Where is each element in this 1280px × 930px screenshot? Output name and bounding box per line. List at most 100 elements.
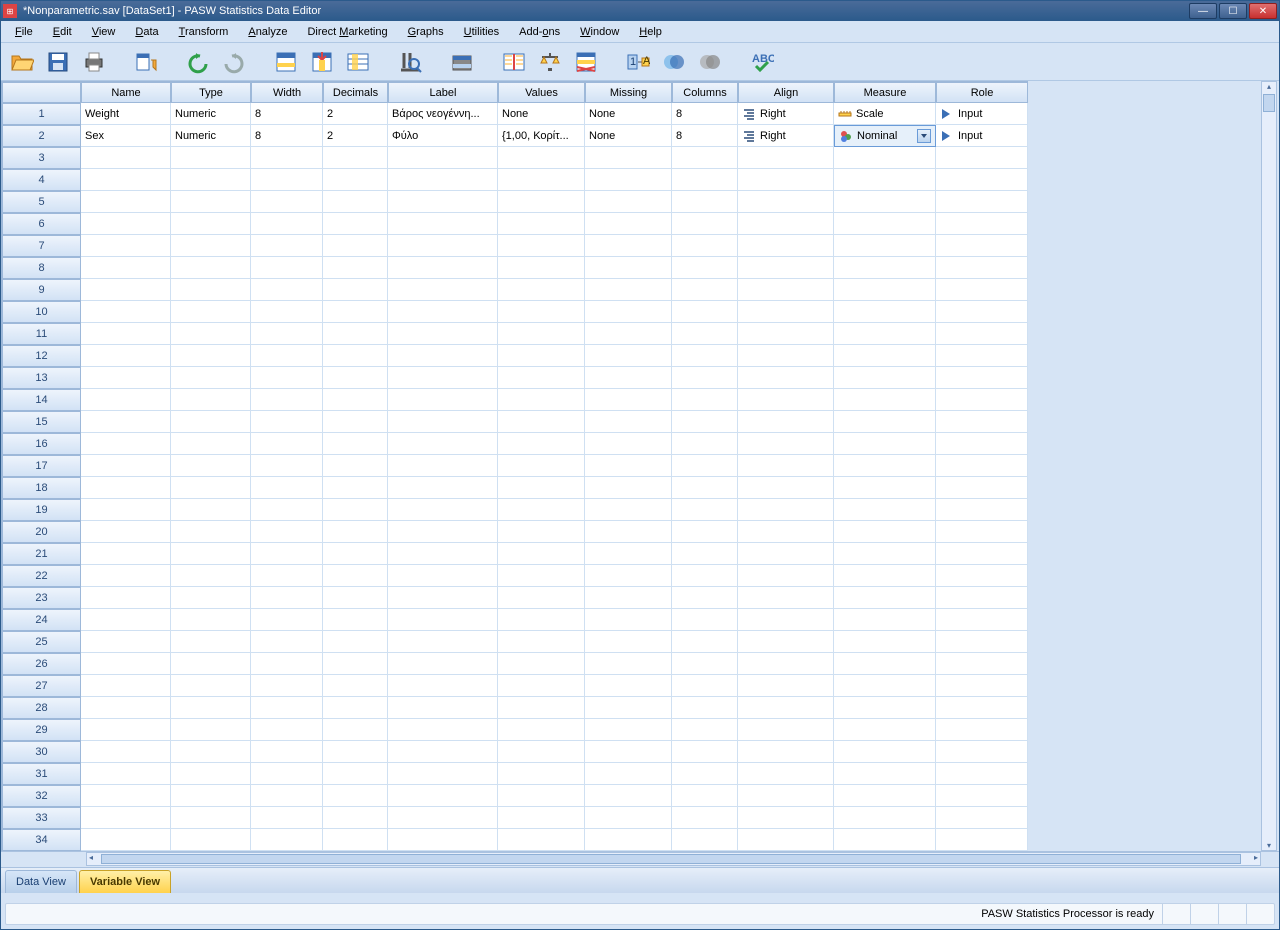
horizontal-scrollbar[interactable] xyxy=(86,852,1261,866)
empty-cell[interactable] xyxy=(585,565,672,587)
empty-cell[interactable] xyxy=(834,323,936,345)
empty-cell[interactable] xyxy=(388,257,498,279)
empty-cell[interactable] xyxy=(171,389,251,411)
empty-cell[interactable] xyxy=(672,323,738,345)
empty-row[interactable]: 19 xyxy=(1,499,1028,521)
cell-role[interactable]: Input xyxy=(936,103,1028,125)
variables-icon[interactable] xyxy=(343,47,373,77)
empty-cell[interactable] xyxy=(251,807,323,829)
find-icon[interactable] xyxy=(395,47,425,77)
empty-cell[interactable] xyxy=(498,301,585,323)
empty-cell[interactable] xyxy=(171,653,251,675)
empty-row[interactable]: 18 xyxy=(1,477,1028,499)
empty-cell[interactable] xyxy=(936,587,1028,609)
cell-measure[interactable]: Scale xyxy=(834,103,936,125)
empty-cell[interactable] xyxy=(738,411,834,433)
empty-row[interactable]: 24 xyxy=(1,609,1028,631)
empty-cell[interactable] xyxy=(251,609,323,631)
empty-cell[interactable] xyxy=(251,697,323,719)
empty-cell[interactable] xyxy=(323,697,388,719)
empty-cell[interactable] xyxy=(834,191,936,213)
empty-cell[interactable] xyxy=(251,763,323,785)
empty-cell[interactable] xyxy=(672,191,738,213)
row-number[interactable]: 22 xyxy=(1,565,81,587)
cell-values[interactable]: {1,00, Κορίτ... xyxy=(498,125,585,147)
empty-cell[interactable] xyxy=(251,235,323,257)
empty-cell[interactable] xyxy=(834,279,936,301)
row-number[interactable]: 15 xyxy=(1,411,81,433)
row-number[interactable]: 34 xyxy=(1,829,81,851)
empty-cell[interactable] xyxy=(81,631,171,653)
empty-cell[interactable] xyxy=(498,565,585,587)
row-number[interactable]: 16 xyxy=(1,433,81,455)
empty-cell[interactable] xyxy=(323,191,388,213)
empty-cell[interactable] xyxy=(672,587,738,609)
empty-cell[interactable] xyxy=(171,345,251,367)
spellcheck-icon[interactable]: ABC xyxy=(747,47,777,77)
empty-cell[interactable] xyxy=(323,169,388,191)
empty-cell[interactable] xyxy=(585,675,672,697)
empty-cell[interactable] xyxy=(738,785,834,807)
empty-cell[interactable] xyxy=(834,543,936,565)
empty-cell[interactable] xyxy=(81,411,171,433)
empty-cell[interactable] xyxy=(498,609,585,631)
empty-cell[interactable] xyxy=(834,345,936,367)
empty-cell[interactable] xyxy=(498,763,585,785)
cell-values[interactable]: None xyxy=(498,103,585,125)
empty-cell[interactable] xyxy=(738,763,834,785)
empty-row[interactable]: 23 xyxy=(1,587,1028,609)
menu-addons[interactable]: Add-ons xyxy=(509,23,570,41)
empty-row[interactable]: 16 xyxy=(1,433,1028,455)
empty-cell[interactable] xyxy=(251,411,323,433)
empty-cell[interactable] xyxy=(388,213,498,235)
empty-cell[interactable] xyxy=(585,147,672,169)
empty-cell[interactable] xyxy=(81,367,171,389)
row-number[interactable]: 5 xyxy=(1,191,81,213)
empty-cell[interactable] xyxy=(251,719,323,741)
empty-cell[interactable] xyxy=(936,213,1028,235)
open-icon[interactable] xyxy=(7,47,37,77)
empty-cell[interactable] xyxy=(171,213,251,235)
empty-cell[interactable] xyxy=(738,829,834,851)
empty-cell[interactable] xyxy=(498,785,585,807)
empty-row[interactable]: 13 xyxy=(1,367,1028,389)
empty-cell[interactable] xyxy=(738,257,834,279)
empty-cell[interactable] xyxy=(738,565,834,587)
empty-cell[interactable] xyxy=(388,147,498,169)
empty-cell[interactable] xyxy=(388,345,498,367)
empty-cell[interactable] xyxy=(585,697,672,719)
empty-cell[interactable] xyxy=(936,829,1028,851)
row-number[interactable]: 4 xyxy=(1,169,81,191)
empty-cell[interactable] xyxy=(834,455,936,477)
row-number[interactable]: 17 xyxy=(1,455,81,477)
empty-cell[interactable] xyxy=(171,609,251,631)
empty-cell[interactable] xyxy=(498,213,585,235)
empty-cell[interactable] xyxy=(81,279,171,301)
empty-cell[interactable] xyxy=(388,499,498,521)
cell-align[interactable]: Right xyxy=(738,103,834,125)
empty-cell[interactable] xyxy=(388,389,498,411)
empty-cell[interactable] xyxy=(388,433,498,455)
row-number[interactable]: 26 xyxy=(1,653,81,675)
row-number[interactable]: 13 xyxy=(1,367,81,389)
empty-cell[interactable] xyxy=(251,675,323,697)
empty-cell[interactable] xyxy=(936,807,1028,829)
empty-cell[interactable] xyxy=(81,169,171,191)
empty-cell[interactable] xyxy=(672,741,738,763)
empty-cell[interactable] xyxy=(81,235,171,257)
empty-cell[interactable] xyxy=(81,697,171,719)
empty-cell[interactable] xyxy=(585,301,672,323)
row-number[interactable]: 28 xyxy=(1,697,81,719)
empty-cell[interactable] xyxy=(388,565,498,587)
empty-cell[interactable] xyxy=(81,719,171,741)
cell-type[interactable]: Numeric xyxy=(171,103,251,125)
empty-cell[interactable] xyxy=(388,609,498,631)
empty-cell[interactable] xyxy=(323,235,388,257)
empty-cell[interactable] xyxy=(388,719,498,741)
cell-columns[interactable]: 8 xyxy=(672,125,738,147)
empty-cell[interactable] xyxy=(672,433,738,455)
empty-cell[interactable] xyxy=(738,235,834,257)
empty-cell[interactable] xyxy=(388,741,498,763)
menu-transform[interactable]: Transform xyxy=(169,23,239,41)
empty-cell[interactable] xyxy=(936,785,1028,807)
